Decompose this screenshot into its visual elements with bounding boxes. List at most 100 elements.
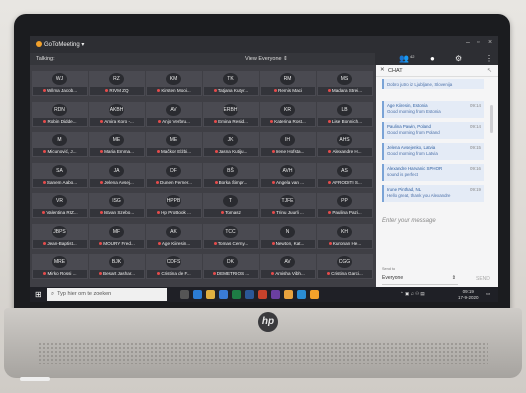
chat-scrollbar[interactable] [490,105,493,133]
attendee-avatar: KH [337,225,352,238]
attendee-tile[interactable]: BŠ Borka Šimpr... [203,162,259,188]
attendee-name-label: Sanem Aabo... [33,178,87,187]
task-view-icon[interactable] [180,290,189,299]
attendee-name-label: Anjo Verbru... [147,117,201,126]
app-title[interactable]: GoToMeeting ▾ [36,41,84,48]
attendee-tile[interactable]: KH Kuronan He... [317,223,373,249]
attendee-tile[interactable]: ERBH Emina Resid... [203,101,259,127]
onenote-icon[interactable] [271,290,280,299]
attendee-tile[interactable]: KR Katerina Rost... [260,101,316,127]
attendee-tile[interactable]: ME Maria Emma... [89,132,145,157]
attendee-avatar: DF [166,164,181,177]
attendee-tile[interactable]: RZ RIVM ZQ [89,71,145,96]
chat-body: Dobro jutro iz Ljubljane, Slovenija [387,82,453,87]
close-icon[interactable]: × [488,39,492,46]
attendee-tile[interactable]: TK Tatjana Kutyr... [203,71,259,96]
attendee-tile[interactable]: DF Dunen Ferner... [146,162,202,188]
maximize-icon[interactable]: ▫ [477,39,479,46]
attendee-tile[interactable]: HPPB Hp ProBook ... [146,193,202,218]
settings-icon[interactable]: ⚙ [455,54,462,63]
attendee-name-label: Hp ProBook ... [147,209,201,217]
gotomeeting-taskbar-icon[interactable] [310,290,319,299]
attendee-avatar: CDFS [166,256,181,268]
attendee-name-label: MOURY Fred... [90,239,144,248]
system-tray-icons[interactable]: ⌃ ▣ ♫ ⚇ ▤ [400,291,425,297]
attendee-tile[interactable]: IH Irene Hofsta... [260,132,316,157]
word-icon[interactable] [245,290,254,299]
attendee-name: Maria Emma... [104,149,134,154]
muted-mic-icon [214,150,218,153]
attendee-tile[interactable]: AK Age Kiiresin... [146,223,202,249]
chat-bubble-icon[interactable]: ● [430,54,435,63]
attendee-name: Hp ProBook ... [161,210,191,215]
attendee-tile[interactable]: MRE Mirko Rossi ... [32,254,88,279]
attendee-tile[interactable]: TCC Tomas Cerny... [203,223,259,249]
attendee-tile[interactable]: CGG Cristina Garci... [317,254,373,279]
attendee-tile[interactable]: BJK Besart Jashar... [89,254,145,279]
attendee-tile[interactable]: T Tomasz [203,193,259,218]
muted-mic-icon [42,211,46,214]
attendee-tile[interactable]: AS AFRODITI S... [317,162,373,188]
notifications-icon[interactable]: ▭ [486,291,490,297]
attendee-tile[interactable]: M Micunović, J... [32,132,88,157]
attendee-name: Amira Koro -... [104,118,134,124]
muted-mic-icon [274,89,277,92]
more-icon[interactable]: ⋮ [485,54,493,63]
file-explorer-icon[interactable] [206,290,215,299]
attendee-tile[interactable]: DK DEMETRIOS ... [203,254,259,279]
attendee-tile[interactable]: JK Jasna Kutiju... [203,132,259,157]
attendee-tile[interactable]: MS Madara Strei... [317,71,373,96]
muted-mic-icon [271,180,275,184]
attendee-name-label: Borka Šimpr... [204,178,258,187]
minimize-icon[interactable]: – [466,39,470,46]
attendee-tile[interactable]: AKBH Amira Koro -... [89,101,145,127]
muted-mic-icon [327,272,331,275]
outlook-icon[interactable] [297,290,306,299]
attendee-avatar: CGG [337,256,352,268]
chat-message: Alexandre Harvanic SPHOR 09:16 sound is pe… [382,164,484,181]
excel-icon[interactable] [232,290,241,299]
attendee-name: Tatjana Kutyr... [217,88,249,93]
attendee-tile[interactable]: AHS Alexandre H... [317,132,373,157]
attendee-tile[interactable]: WJ Wilma Jacob... [32,71,88,96]
attendee-tile[interactable]: AVH Angela van ... [260,162,316,188]
chrome-icon[interactable] [284,290,293,299]
edge-icon[interactable] [193,290,202,299]
attendee-name-label: Robin Didde... [33,117,87,126]
attendee-name: Kuronan He... [332,240,362,246]
attendees-icon[interactable]: 👥 [399,54,409,63]
attendee-tile[interactable]: CDFS Cristina de F... [146,254,202,279]
powerpoint-icon[interactable] [258,290,267,299]
attendee-tile[interactable]: TJFE Trinu Juurli ... [260,193,316,218]
attendee-avatar: TK [223,73,238,85]
view-selector[interactable]: View Everyone ⇕ [245,56,288,62]
windows-start-icon[interactable]: ⊞ [35,290,42,299]
attendee-tile[interactable]: MF MOURY Fred... [89,223,145,249]
attendee-tile[interactable]: AV Anjo Verbru... [146,101,202,127]
attendee-tile[interactable]: LB Lise Bonnich... [317,101,373,127]
taskbar-search[interactable]: ⌕ Typ hier om te zoeken [47,288,167,301]
store-icon[interactable] [219,290,228,299]
attendee-tile[interactable]: RDN Robin Didde... [32,101,88,127]
attendee-avatar: HPPB [166,195,181,207]
attendee-tile[interactable]: AV Amisha Vibh... [260,254,316,279]
muted-mic-icon [272,211,276,214]
attendee-tile[interactable]: VR Valentina RIZ... [32,193,88,218]
attendee-avatar: WJ [52,73,67,85]
send-button[interactable]: SEND [476,276,490,282]
app-name: GoToMeeting [44,42,80,48]
attendee-name: Kirsten Mooi... [161,88,191,93]
attendee-tile[interactable]: JBPS Jean-Baptist... [32,223,88,249]
taskbar-clock[interactable]: 09:19 17-9-2020 [458,289,479,300]
attendee-tile[interactable]: JA Jelena Avsej... [89,162,145,188]
chat-close-icon[interactable]: ✕ [380,67,385,73]
attendee-tile[interactable]: ME Mačkor Elżbi... [146,132,202,157]
attendee-tile[interactable]: ISG Istvan Szebo... [89,193,145,218]
attendee-tile[interactable]: RM Remis Maci [260,71,316,96]
send-to-select[interactable]: Everyone ⇕ [382,275,458,285]
attendee-tile[interactable]: KM Kirsten Mooi... [146,71,202,96]
attendee-tile[interactable]: N Newton, Kat... [260,223,316,249]
chat-input[interactable]: Enter your message [382,218,436,224]
attendee-tile[interactable]: PP Paulina Pazi... [317,193,373,218]
attendee-tile[interactable]: SA Sanem Aabo... [32,162,88,188]
